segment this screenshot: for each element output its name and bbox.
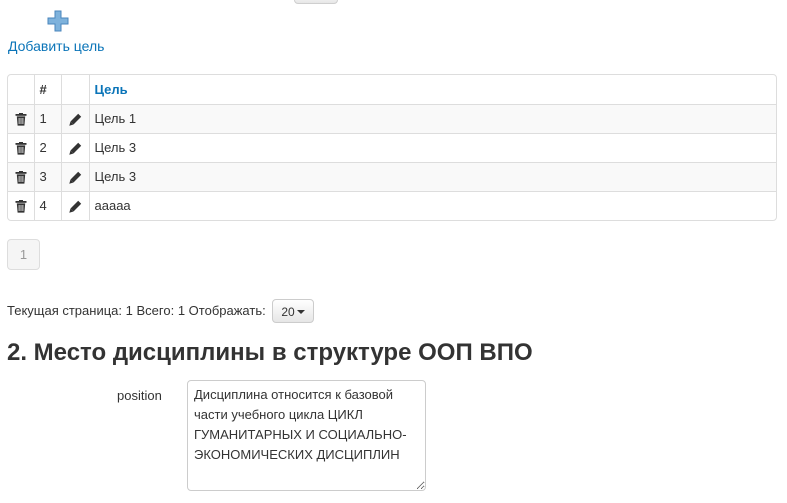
goal-cell: Цель 3	[88, 161, 776, 191]
row-number: 4	[33, 190, 61, 220]
trash-icon[interactable]	[15, 113, 27, 126]
table-row: 1 Цель 1	[8, 103, 776, 133]
goals-table: # Цель 1 Цель 1 2 Цель 3 3 Цель 3 4 aaaa…	[7, 74, 777, 221]
row-number: 2	[33, 132, 61, 162]
current-page-label: Текущая страница:	[7, 303, 122, 318]
goal-cell: Цель 3	[88, 132, 776, 162]
partial-button[interactable]	[294, 0, 338, 4]
column-header-delete	[8, 75, 34, 104]
delete-cell	[8, 103, 34, 133]
position-textarea[interactable]: Дисциплина относится к базовой части уче…	[187, 380, 426, 491]
show-label: Отображать:	[188, 303, 266, 318]
goal-cell: aaaaa	[88, 190, 776, 220]
total-label: Всего:	[136, 303, 175, 318]
edit-cell	[60, 132, 89, 162]
plus-icon[interactable]	[46, 9, 70, 33]
edit-cell	[60, 103, 89, 133]
edit-cell	[60, 161, 89, 191]
pencil-icon[interactable]	[68, 171, 82, 184]
caret-down-icon	[296, 309, 305, 314]
add-goal-link[interactable]: Добавить цель	[8, 38, 104, 54]
row-number: 1	[33, 103, 61, 133]
delete-cell	[8, 161, 34, 191]
column-header-goal[interactable]: Цель	[88, 75, 776, 104]
page-size-dropdown[interactable]: 20	[272, 299, 314, 323]
table-row: 3 Цель 3	[8, 161, 776, 191]
section-title: 2. Место дисциплины в структуре ООП ВПО	[7, 339, 533, 366]
column-header-edit	[60, 75, 89, 104]
current-page-value: 1	[125, 303, 133, 318]
table-header-row: # Цель	[8, 75, 776, 104]
trash-icon[interactable]	[15, 171, 27, 184]
edit-cell	[60, 190, 89, 220]
row-number: 3	[33, 161, 61, 191]
goal-cell: Цель 1	[88, 103, 776, 133]
column-header-number: #	[33, 75, 61, 104]
pagination-page-button[interactable]: 1	[7, 239, 40, 270]
pencil-icon[interactable]	[68, 200, 82, 213]
position-label: position	[117, 388, 162, 403]
pencil-icon[interactable]	[68, 142, 82, 155]
pencil-icon[interactable]	[68, 113, 82, 126]
trash-icon[interactable]	[15, 200, 27, 213]
page-size-value: 20	[281, 304, 295, 319]
table-row: 2 Цель 3	[8, 132, 776, 162]
delete-cell	[8, 132, 34, 162]
table-row: 4 aaaaa	[8, 190, 776, 220]
page-info: Текущая страница: 1 Всего: 1 Отображать:…	[7, 299, 314, 323]
delete-cell	[8, 190, 34, 220]
total-value: 1	[177, 303, 186, 318]
trash-icon[interactable]	[15, 142, 27, 155]
